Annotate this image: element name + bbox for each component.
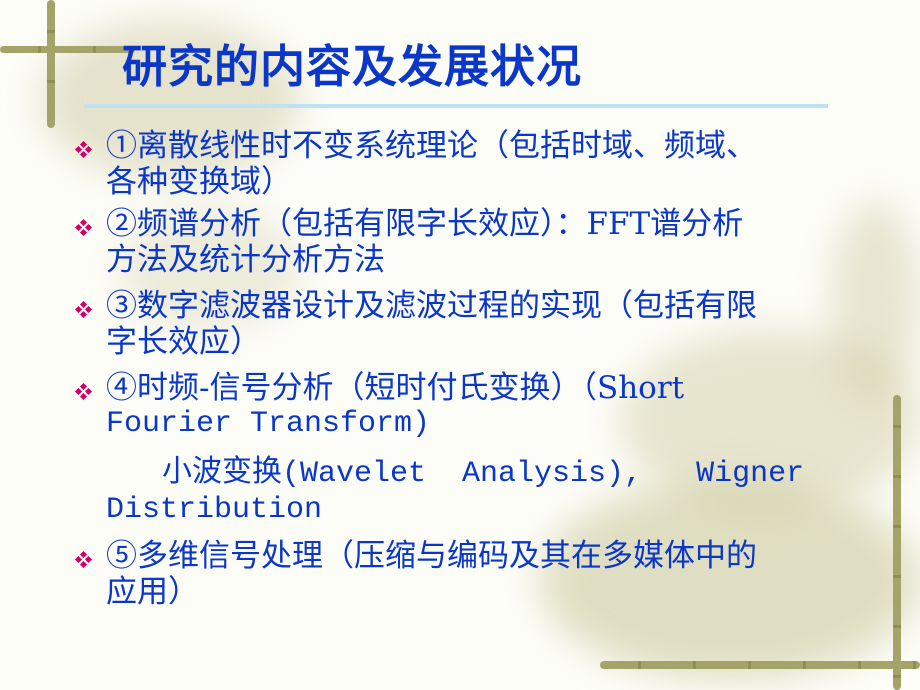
item-text: ③数字滤波器设计及滤波过程的实现（包括有限 <box>106 288 757 324</box>
list-item-continuation: 小波变换(Wavelet Analysis), Wigner Distribut… <box>76 456 866 528</box>
bullet-list: ①离散线性时不变系统理论（包括时域、频域、 各种变换域） ②频谱分析（包括有限字… <box>74 128 866 612</box>
list-item: ①离散线性时不变系统理论（包括时域、频域、 各种变换域） <box>74 128 866 200</box>
item-text: ①离散线性时不变系统理论（包括时域、频域、 <box>106 128 757 164</box>
diamond-bullet-icon <box>74 140 93 159</box>
item-text: 小波变换(Wavelet Analysis), Wigner <box>162 457 805 491</box>
item-text: 字长效应） <box>106 324 261 360</box>
decorative-vine <box>600 661 920 669</box>
item-text: Fourier Transform) <box>106 407 431 441</box>
diamond-bullet-icon <box>74 382 93 401</box>
item-text: ④时频-信号分析（短时付氏变换）（Short <box>106 370 685 406</box>
decorative-vine <box>47 0 55 128</box>
item-text: ②频谱分析（包括有限字长效应）：FFT谱分析 <box>106 206 744 242</box>
decorative-vine <box>893 395 901 690</box>
item-text: 方法及统计分析方法 <box>106 242 385 278</box>
list-item: ④时频-信号分析（短时付氏变换）（Short Fourier Transform… <box>74 370 866 442</box>
item-text: ⑤多维信号处理（压缩与编码及其在多媒体中的 <box>106 538 757 574</box>
list-item: ⑤多维信号处理（压缩与编码及其在多媒体中的 应用） <box>74 538 866 610</box>
list-item: ②频谱分析（包括有限字长效应）：FFT谱分析 方法及统计分析方法 <box>74 206 866 278</box>
diamond-bullet-icon <box>74 300 93 319</box>
item-text: 应用） <box>106 574 199 610</box>
title-underline <box>84 104 828 108</box>
item-text: 各种变换域） <box>106 164 292 200</box>
list-item: ③数字滤波器设计及滤波过程的实现（包括有限 字长效应） <box>74 288 866 360</box>
diamond-bullet-icon <box>74 218 93 237</box>
slide-title: 研究的内容及发展状况 <box>122 40 583 93</box>
decorative-vine <box>0 46 135 53</box>
item-text: Distribution <box>106 493 323 527</box>
diamond-bullet-icon <box>74 550 93 569</box>
